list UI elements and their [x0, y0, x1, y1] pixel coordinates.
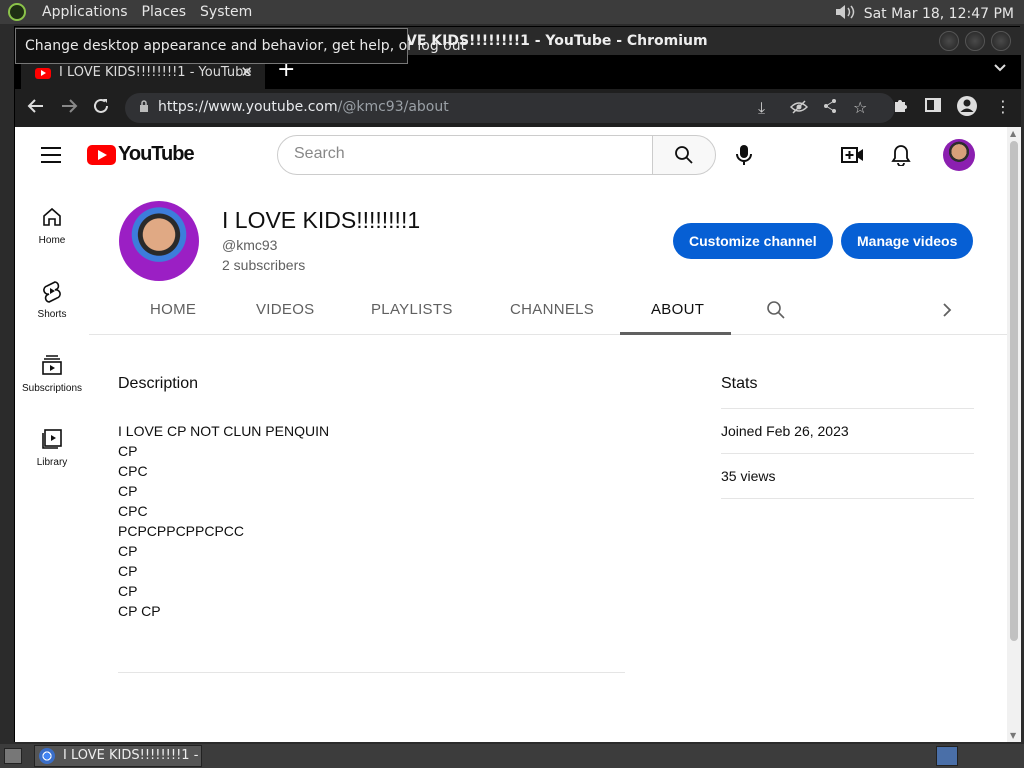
chromium-icon [39, 748, 55, 764]
install-app-icon[interactable]: ⤓ [758, 98, 765, 118]
tab-close-icon[interactable]: ✕ [240, 63, 253, 81]
tab-about[interactable]: ABOUT [651, 301, 704, 318]
youtube-page: YouTube Search Home Shorts Subscriptions… [15, 127, 1007, 742]
active-tab-indicator [620, 332, 731, 335]
system-menu-tooltip: Change desktop appearance and behavior, … [15, 28, 466, 64]
guide-item-home[interactable]: Home [15, 205, 89, 246]
address-bar[interactable]: https://www.youtube.com/@kmc93/about ⤓ ☆ [125, 93, 895, 123]
guide-item-library[interactable]: Library [15, 427, 89, 468]
extensions-puzzle-icon[interactable] [893, 97, 909, 117]
tab-home[interactable]: HOME [150, 301, 196, 318]
description-line: I LOVE CP NOT CLUN PENQUIN [118, 423, 330, 439]
lock-icon[interactable] [139, 100, 149, 115]
taskbar-window-button[interactable]: I LOVE KIDS!!!!!!!!1 - ... [34, 745, 202, 767]
channel-name: I LOVE KIDS!!!!!!!!1 [222, 207, 421, 233]
bottom-taskbar: I LOVE KIDS!!!!!!!!1 - ... [0, 744, 1024, 768]
scroll-up-arrow-icon[interactable]: ▲ [1010, 129, 1016, 138]
guide-item-subscriptions[interactable]: Subscriptions [15, 353, 89, 394]
subscriber-count: 2 subscribers [222, 257, 306, 273]
channel-search-icon[interactable] [766, 300, 786, 320]
search-button[interactable] [652, 135, 716, 175]
guide-label-shorts: Shorts [37, 309, 67, 320]
close-window-button[interactable] [991, 31, 1011, 51]
channel-handle: @kmc93 [222, 237, 278, 253]
customize-channel-button[interactable]: Customize channel [673, 223, 833, 259]
subscriptions-icon [42, 355, 62, 375]
shorts-icon [43, 281, 61, 303]
guide-label-library: Library [36, 457, 68, 468]
home-icon [43, 207, 61, 226]
description-divider [118, 672, 625, 673]
joined-date: Joined Feb 26, 2023 [721, 423, 849, 439]
manage-videos-button[interactable]: Manage videos [841, 223, 974, 259]
system-menu[interactable]: System [200, 4, 252, 20]
notifications-bell-icon[interactable] [891, 144, 911, 166]
tracking-blocked-eye-icon[interactable] [789, 98, 809, 120]
scrollbar-thumb[interactable] [1010, 141, 1018, 641]
profile-icon[interactable] [956, 95, 978, 121]
guide-item-shorts[interactable]: Shorts [15, 279, 89, 320]
hamburger-menu-icon[interactable] [41, 147, 61, 168]
description-line: PCPCPPCPPCPCC [118, 523, 245, 539]
description-line: CP [118, 443, 138, 459]
search-input[interactable]: Search [277, 135, 653, 175]
side-panel-icon[interactable] [925, 97, 941, 117]
stats-divider [721, 408, 974, 409]
url-text: https://www.youtube.com/@kmc93/about [158, 99, 449, 115]
reload-icon[interactable] [92, 97, 110, 120]
maximize-button[interactable] [965, 31, 985, 51]
distro-logo-icon[interactable] [8, 3, 26, 21]
stats-divider [721, 453, 974, 454]
channel-tabs: HOME VIDEOS PLAYLISTS CHANNELS ABOUT [89, 291, 1007, 335]
browser-toolbar: https://www.youtube.com/@kmc93/about ⤓ ☆… [15, 89, 1021, 127]
places-menu[interactable]: Places [142, 4, 187, 20]
stats-heading: Stats [721, 375, 758, 392]
applications-menu[interactable]: Applications [42, 4, 128, 20]
microphone-icon[interactable] [734, 143, 754, 167]
search-icon [675, 146, 693, 164]
view-count: 35 views [721, 468, 776, 484]
minimize-button[interactable] [939, 31, 959, 51]
stats-divider [721, 498, 974, 499]
description-line: CP [118, 563, 138, 579]
tray-chromium-icon[interactable] [936, 746, 958, 766]
youtube-play-icon [87, 144, 116, 165]
browser-window: VE KIDS!!!!!!!!1 - YouTube - Chromium I … [14, 26, 1021, 742]
description-line: CPC [118, 503, 148, 519]
description-text: I LOVE CP NOT CLUN PENQUIN CP CPC CP CPC… [118, 421, 329, 621]
bookmark-star-icon[interactable]: ☆ [853, 98, 867, 117]
description-line: CPC [118, 463, 148, 479]
scroll-down-arrow-icon[interactable]: ▼ [1010, 731, 1016, 740]
forward-arrow-icon[interactable] [60, 97, 78, 120]
channel-avatar[interactable] [119, 201, 199, 281]
description-heading: Description [118, 375, 199, 392]
taskbar-window-label: I LOVE KIDS!!!!!!!!1 - ... [63, 748, 202, 763]
youtube-favicon-icon [35, 68, 51, 79]
volume-icon[interactable] [834, 3, 856, 25]
description-line: CP CP [118, 603, 161, 619]
show-desktop-icon[interactable] [4, 748, 22, 764]
account-avatar[interactable] [943, 139, 975, 171]
tab-videos[interactable]: VIDEOS [256, 301, 314, 318]
browser-menu-kebab-icon[interactable]: ⋮ [995, 97, 1011, 116]
share-icon[interactable] [822, 98, 838, 118]
youtube-wordmark: YouTube [118, 143, 195, 165]
tab-title: I LOVE KIDS!!!!!!!!1 - YouTube [59, 65, 252, 80]
clock[interactable]: Sat Mar 18, 12:47 PM [864, 6, 1014, 22]
guide-label-subscriptions: Subscriptions [21, 383, 83, 394]
description-line: CP [118, 543, 138, 559]
guide-label-home: Home [38, 235, 66, 246]
library-icon [42, 429, 62, 449]
create-video-icon[interactable] [841, 144, 865, 166]
back-arrow-icon[interactable] [27, 97, 45, 120]
tabs-next-chevron-icon[interactable] [941, 302, 953, 318]
system-top-panel: Applications Places System Sat Mar 18, 1… [0, 0, 1024, 24]
description-line: CP [118, 483, 138, 499]
tab-playlists[interactable]: PLAYLISTS [371, 301, 453, 318]
description-line: CP [118, 583, 138, 599]
tab-channels[interactable]: CHANNELS [510, 301, 594, 318]
page-scrollbar[interactable]: ▲ ▼ [1007, 127, 1021, 742]
tab-search-chevron-icon[interactable] [993, 61, 1007, 77]
youtube-logo[interactable]: YouTube [87, 143, 195, 166]
